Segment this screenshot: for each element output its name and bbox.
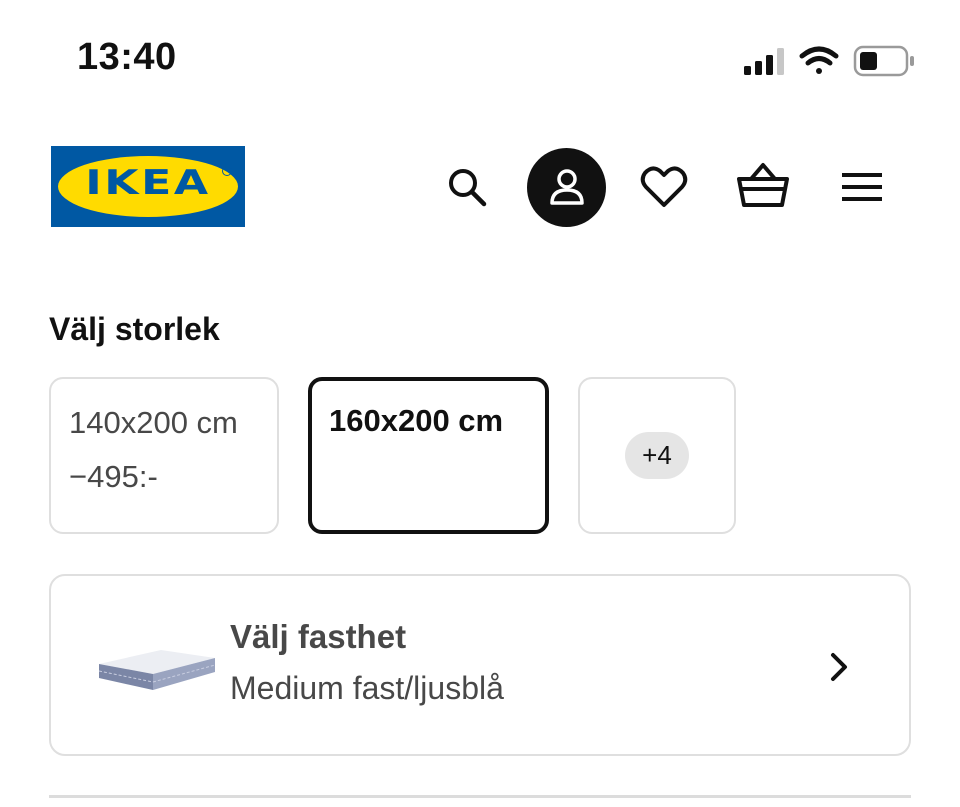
profile-icon [549, 168, 584, 205]
mattress-thumbnail [98, 650, 216, 690]
logo-text: IKEA [85, 163, 211, 203]
wifi-icon [799, 46, 839, 74]
size-option-160x200[interactable]: 160x200 cm [308, 377, 549, 534]
size-option-label: 160x200 cm [329, 403, 504, 438]
battery-icon [853, 45, 914, 77]
signal-icon [744, 48, 784, 75]
search-icon [449, 169, 487, 207]
firmness-title: Välj fasthet [230, 618, 407, 655]
ikea-logo[interactable]: IKEA [51, 146, 245, 227]
logo-registered-mark [222, 166, 232, 176]
menu-button[interactable] [832, 157, 892, 217]
size-section-title: Välj storlek [49, 311, 220, 347]
size-option-label: 140x200 cm [69, 405, 238, 440]
profile-button[interactable] [527, 148, 606, 227]
heart-icon [640, 166, 688, 207]
firmness-selector[interactable]: Välj fasthet Medium fast/ljusblå [49, 574, 911, 756]
search-button[interactable] [437, 157, 497, 217]
size-option-140x200[interactable]: 140x200 cm −495:- [49, 377, 279, 534]
size-option-price: −495:- [69, 459, 158, 494]
firmness-value: Medium fast/ljusblå [230, 670, 504, 706]
section-divider [49, 795, 911, 798]
favorites-button[interactable] [634, 157, 694, 217]
more-sizes-button[interactable]: +4 [578, 377, 736, 534]
menu-icon [842, 173, 882, 201]
cart-icon [737, 163, 789, 207]
status-icons [742, 44, 917, 80]
chevron-right-icon [831, 653, 847, 681]
more-sizes-badge: +4 [625, 432, 689, 479]
status-time: 13:40 [77, 36, 177, 78]
cart-button[interactable] [732, 155, 794, 217]
